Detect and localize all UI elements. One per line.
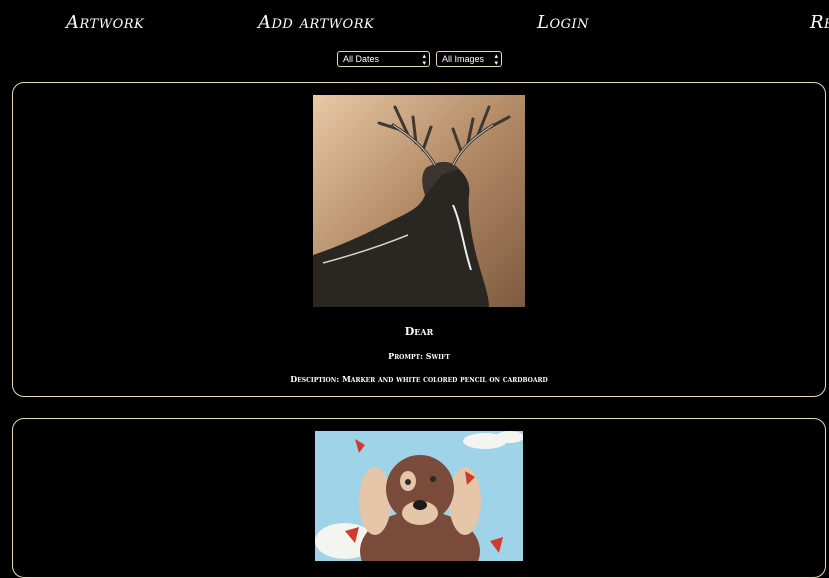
artwork-image-deer[interactable] [313, 95, 525, 307]
artwork-image-dog[interactable] [315, 431, 523, 561]
date-filter-select[interactable]: All Dates ▴ ▾ [337, 51, 430, 67]
artwork-description: Desciption: Marker and white colored pen… [290, 374, 548, 384]
nav-link-login[interactable]: Login [537, 12, 589, 33]
nav-link-artwork[interactable]: Artwork [66, 12, 144, 33]
image-filter-value: All Images [442, 54, 485, 64]
date-filter-value: All Dates [343, 54, 380, 64]
artwork-title: Dear [404, 325, 434, 338]
filter-bar: All Dates ▴ ▾ All Images ▴ ▾ [337, 51, 502, 67]
select-arrows-icon: ▴ ▾ [422, 53, 426, 67]
artwork-card [12, 418, 826, 578]
top-navigation: Artwork Add artwork Login Re [0, 10, 829, 40]
image-filter-select[interactable]: All Images ▴ ▾ [436, 51, 502, 67]
artwork-prompt: Prompt: Swift [388, 351, 450, 361]
artwork-card: Dear Prompt: Swift Desciption: Marker an… [12, 82, 826, 397]
select-arrows-icon: ▴ ▾ [494, 53, 498, 67]
nav-link-register[interactable]: Re [810, 12, 829, 33]
nav-link-add-artwork[interactable]: Add artwork [258, 12, 374, 33]
